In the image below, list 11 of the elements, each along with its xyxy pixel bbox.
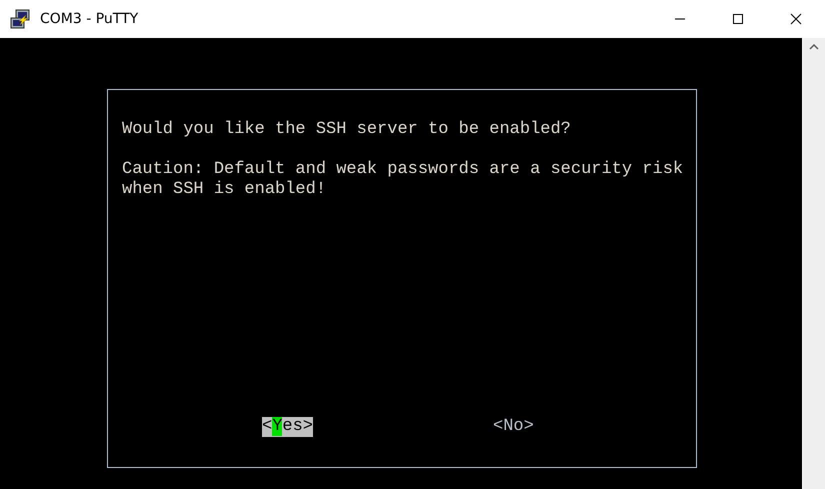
scrollbar[interactable] [802, 38, 825, 489]
close-icon [790, 13, 802, 25]
scroll-up-icon[interactable] [809, 44, 819, 50]
dialog-text: when SSH is enabled! [122, 180, 328, 200]
dialog-text: Caution: Default and weak passwords are a security risk [122, 160, 684, 180]
dialog-button[interactable]: <No> [493, 417, 534, 437]
window-title: COM3 - PuTTY [40, 11, 138, 27]
dialog-button[interactable]: <Yes> [262, 417, 314, 437]
dialog-text: Would you like the SSH server to be enabled? [122, 120, 572, 140]
terminal-computer-icon [10, 9, 32, 29]
maximize-icon [732, 13, 744, 25]
